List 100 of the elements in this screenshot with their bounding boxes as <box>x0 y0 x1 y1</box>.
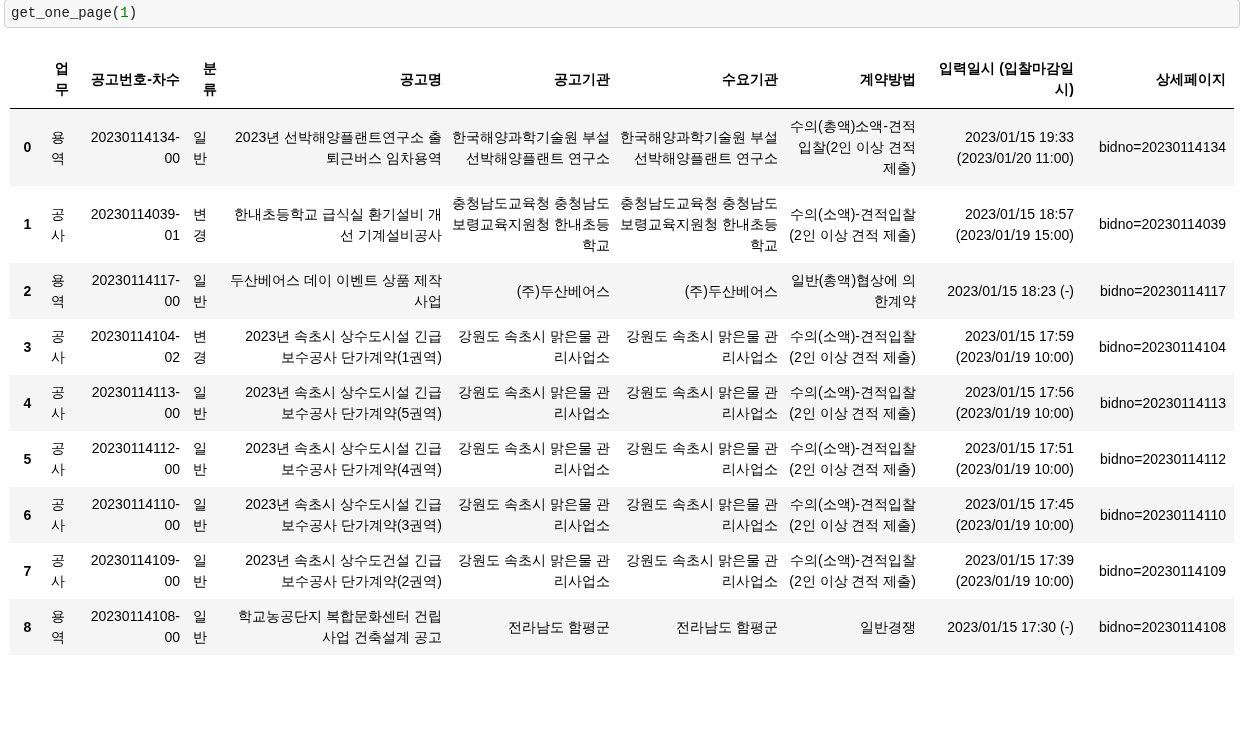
table-cell: 학교농공단지 복합문화센터 건립사업 건축설계 공고 <box>225 599 447 655</box>
table-cell: 2023년 속초시 상수도시설 긴급 보수공사 단가계약(1권역) <box>225 319 447 375</box>
table-cell: 2023/01/15 17:45 (2023/01/19 10:00) <box>921 487 1079 543</box>
column-header: 수요기관 <box>615 50 783 109</box>
table-cell: 전라남도 함평군 <box>447 599 615 655</box>
table-cell: 한국해양과학기술원 부설 선박해양플랜트 연구소 <box>615 108 783 186</box>
table-cell: 공사 <box>45 319 75 375</box>
row-index: 2 <box>10 263 45 319</box>
table-cell: 2023/01/15 19:33 (2023/01/20 11:00) <box>921 108 1079 186</box>
table-cell: (주)두산베어스 <box>447 263 615 319</box>
table-cell: 일반 <box>185 543 225 599</box>
row-index: 0 <box>10 108 45 186</box>
table-cell: 수의(소액)-견적입찰(2인 이상 견적 제출) <box>783 319 921 375</box>
table-cell: 전라남도 함평군 <box>615 599 783 655</box>
table-cell: 일반 <box>185 599 225 655</box>
table-cell: 충청남도교육청 충청남도보령교육지원청 한내초등학교 <box>447 186 615 263</box>
column-header: 계약방법 <box>783 50 921 109</box>
column-header: 공고명 <box>225 50 447 109</box>
table-cell: bidno=20230114104 <box>1079 319 1234 375</box>
table-cell: 2023/01/15 17:59 (2023/01/19 10:00) <box>921 319 1079 375</box>
table-cell: 2023년 속초시 상수도시설 긴급 보수공사 단가계약(3권역) <box>225 487 447 543</box>
row-index: 8 <box>10 599 45 655</box>
table-cell: 20230114109-00 <box>75 543 185 599</box>
table-cell: 2023/01/15 18:57 (2023/01/19 15:00) <box>921 186 1079 263</box>
table-cell: 공사 <box>45 487 75 543</box>
table-cell: bidno=20230114112 <box>1079 431 1234 487</box>
table-cell: 수의(소액)-견적입찰(2인 이상 견적 제출) <box>783 431 921 487</box>
table-cell: 강원도 속초시 맑은물 관리사업소 <box>615 487 783 543</box>
table-cell: 일반 <box>185 375 225 431</box>
row-index: 1 <box>10 186 45 263</box>
table-cell: bidno=20230114109 <box>1079 543 1234 599</box>
table-cell: bidno=20230114117 <box>1079 263 1234 319</box>
table-cell: 공사 <box>45 186 75 263</box>
table-cell: 한내초등학교 급식실 환기설비 개선 기계설비공사 <box>225 186 447 263</box>
row-index: 3 <box>10 319 45 375</box>
table-cell: 2023/01/15 17:39 (2023/01/19 10:00) <box>921 543 1079 599</box>
table-cell: 20230114134-00 <box>75 108 185 186</box>
table-cell: 충청남도교육청 충청남도보령교육지원청 한내초등학교 <box>615 186 783 263</box>
column-header: 공고번호-차수 <box>75 50 185 109</box>
row-index: 4 <box>10 375 45 431</box>
table-cell: 일반(총액)협상에 의한계약 <box>783 263 921 319</box>
table-cell: 수의(소액)-견적입찰(2인 이상 견적 제출) <box>783 375 921 431</box>
table-cell: bidno=20230114134 <box>1079 108 1234 186</box>
table-cell: 2023년 선박해양플랜트연구소 출퇴근버스 임차용역 <box>225 108 447 186</box>
table-cell: 2023/01/15 18:23 (-) <box>921 263 1079 319</box>
table-cell: 일반 <box>185 431 225 487</box>
table-cell: 수의(소액)-견적입찰(2인 이상 견적 제출) <box>783 543 921 599</box>
table-cell: 2023/01/15 17:51 (2023/01/19 10:00) <box>921 431 1079 487</box>
table-cell: 2023년 속초시 상수도건설 긴급 보수공사 단가계약(2권역) <box>225 543 447 599</box>
table-cell: 변경 <box>185 319 225 375</box>
table-cell: 일반 <box>185 263 225 319</box>
table-cell: 강원도 속초시 맑은물 관리사업소 <box>615 543 783 599</box>
table-cell: 20230114110-00 <box>75 487 185 543</box>
table-cell: 강원도 속초시 맑은물 관리사업소 <box>615 431 783 487</box>
table-cell: bidno=20230114108 <box>1079 599 1234 655</box>
column-header: 분류 <box>185 50 225 109</box>
code-cell[interactable]: get_one_page(1) <box>4 0 1240 28</box>
table-cell: 강원도 속초시 맑은물 관리사업소 <box>615 375 783 431</box>
table-cell: 2023/01/15 17:56 (2023/01/19 10:00) <box>921 375 1079 431</box>
column-header: 상세페이지 <box>1079 50 1234 109</box>
table-cell: 강원도 속초시 맑은물 관리사업소 <box>447 375 615 431</box>
table-cell: (주)두산베어스 <box>615 263 783 319</box>
table-cell: 20230114104-02 <box>75 319 185 375</box>
table-cell: 20230114117-00 <box>75 263 185 319</box>
column-header: 업무 <box>45 50 75 109</box>
table-cell: bidno=20230114113 <box>1079 375 1234 431</box>
table-cell: 2023년 속초시 상수도시설 긴급 보수공사 단가계약(4권역) <box>225 431 447 487</box>
table-cell: 일반 <box>185 487 225 543</box>
column-header: 공고기관 <box>447 50 615 109</box>
table-cell: 2023년 속초시 상수도시설 긴급 보수공사 단가계약(5권역) <box>225 375 447 431</box>
column-header: 입력일시 (입찰마감일시) <box>921 50 1079 109</box>
table-cell: 수의(소액)-견적입찰(2인 이상 견적 제출) <box>783 186 921 263</box>
table-cell: 용역 <box>45 263 75 319</box>
table-cell: 강원도 속초시 맑은물 관리사업소 <box>447 543 615 599</box>
row-index: 5 <box>10 431 45 487</box>
table-cell: 일반 <box>185 108 225 186</box>
table-cell: 두산베어스 데이 이벤트 상품 제작 사업 <box>225 263 447 319</box>
table-cell: 수의(소액)-견적입찰(2인 이상 견적 제출) <box>783 487 921 543</box>
row-index: 7 <box>10 543 45 599</box>
table-cell: 일반경쟁 <box>783 599 921 655</box>
table-cell: 수의(총액)소액-견적입찰(2인 이상 견적 제출) <box>783 108 921 186</box>
table-cell: 20230114112-00 <box>75 431 185 487</box>
table-cell: 용역 <box>45 108 75 186</box>
table-cell: bidno=20230114110 <box>1079 487 1234 543</box>
table-cell: 강원도 속초시 맑은물 관리사업소 <box>447 431 615 487</box>
table-cell: 20230114039-01 <box>75 186 185 263</box>
table-cell: 공사 <box>45 375 75 431</box>
code-line: get_one_page(1) <box>11 4 138 23</box>
table-cell: bidno=20230114039 <box>1079 186 1234 263</box>
table-cell: 공사 <box>45 543 75 599</box>
table-cell: 20230114113-00 <box>75 375 185 431</box>
table-cell: 2023/01/15 17:30 (-) <box>921 599 1079 655</box>
table-cell: 공사 <box>45 431 75 487</box>
table-cell: 용역 <box>45 599 75 655</box>
table-cell: 20230114108-00 <box>75 599 185 655</box>
table-cell: 변경 <box>185 186 225 263</box>
table-cell: 강원도 속초시 맑은물 관리사업소 <box>447 487 615 543</box>
table-cell: 강원도 속초시 맑은물 관리사업소 <box>615 319 783 375</box>
row-index: 6 <box>10 487 45 543</box>
table-cell: 한국해양과학기술원 부설 선박해양플랜트 연구소 <box>447 108 615 186</box>
